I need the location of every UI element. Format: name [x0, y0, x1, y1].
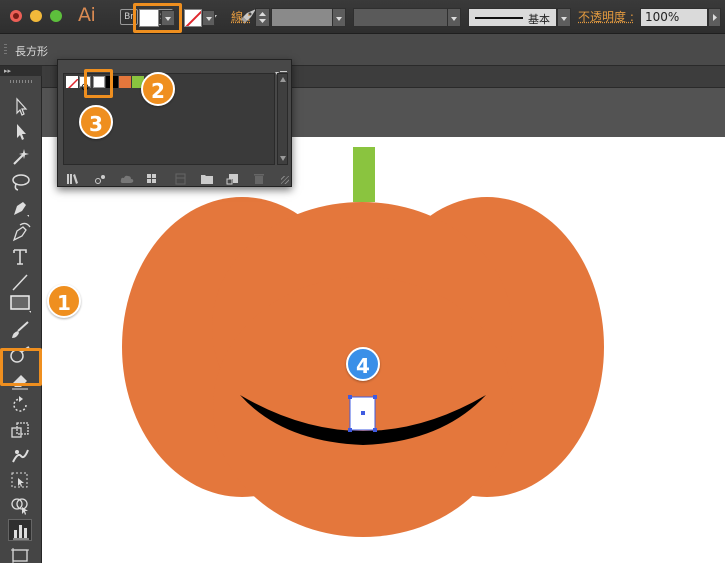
scale-icon[interactable] — [8, 419, 32, 441]
stroke-color-swatch[interactable] — [184, 9, 202, 27]
swatch-libraries-icon[interactable] — [66, 170, 80, 184]
fill-highlight-box — [133, 3, 182, 33]
selection-handle[interactable] — [348, 428, 352, 432]
type-icon[interactable] — [8, 246, 32, 268]
rectangle-tool-icon[interactable] — [8, 292, 32, 314]
opacity-input[interactable]: 100% — [640, 8, 708, 27]
close-window-button[interactable] — [10, 10, 22, 22]
white-swatch-highlight — [84, 69, 113, 98]
direct-selection-tool-icon[interactable] — [8, 121, 32, 143]
new-swatch-icon[interactable] — [226, 170, 240, 185]
brush-definition-field[interactable]: 基本 — [468, 8, 557, 27]
artboard-tool-icon[interactable] — [8, 544, 32, 563]
callout-badge-3: 3 — [79, 105, 113, 139]
delete-swatch-icon — [252, 170, 266, 184]
rectangle-tool-highlight — [0, 348, 42, 386]
swatch-pumpkin-orange[interactable] — [119, 76, 131, 88]
swatch-scrollbar[interactable] — [277, 73, 288, 165]
shape-builder-icon[interactable] — [8, 494, 32, 516]
rotate-icon[interactable] — [8, 394, 32, 416]
cloud-sync-icon — [120, 170, 134, 183]
selection-handle[interactable] — [348, 395, 352, 399]
tools-panel-header[interactable]: ▸▸ — [0, 66, 42, 76]
pumpkin-artwork[interactable] — [42, 137, 725, 563]
app-logo: Ai — [78, 4, 96, 26]
swatch-panel-toolbar — [58, 167, 291, 186]
selection-handle[interactable] — [373, 395, 377, 399]
opacity-label[interactable]: 不透明度 : — [578, 8, 634, 25]
selection-tool-icon[interactable] — [8, 96, 32, 118]
swatch-options-icon[interactable] — [146, 170, 160, 183]
callout-badge-4: 4 — [346, 347, 380, 381]
scroll-down-arrow[interactable] — [280, 156, 286, 161]
tools-panel: ▸▸ — [0, 66, 42, 563]
pumpkin-stem — [353, 147, 375, 202]
stroke-dropdown-button[interactable] — [202, 10, 215, 26]
lasso-icon[interactable] — [8, 171, 32, 193]
panel-menu-icon[interactable] — [275, 63, 287, 77]
callout-badge-1: 1 — [47, 284, 81, 318]
selection-handle[interactable] — [373, 428, 377, 432]
magic-wand-icon[interactable] — [8, 146, 32, 168]
callout-badge-2: 2 — [141, 72, 175, 106]
curvature-icon[interactable] — [8, 221, 32, 243]
opacity-arrow-button[interactable] — [708, 8, 721, 27]
expand-panel-icon[interactable]: ▸▸ — [4, 67, 11, 75]
puppet-warp-icon[interactable] — [8, 444, 32, 466]
current-tool-name: 長方形 — [15, 45, 48, 58]
scroll-up-arrow[interactable] — [280, 77, 286, 82]
variable-width-dropdown[interactable] — [447, 8, 461, 27]
swatch-none[interactable] — [66, 76, 78, 88]
paintbrush-icon[interactable] — [8, 319, 32, 341]
brush-definition-dropdown[interactable] — [557, 8, 571, 27]
maximize-window-button[interactable] — [50, 10, 62, 22]
tools-grip[interactable] — [10, 80, 32, 83]
stroke-weight-dropdown[interactable] — [332, 8, 346, 27]
panel-grip[interactable] — [4, 44, 7, 56]
free-transform-icon[interactable] — [8, 469, 32, 491]
graph-tool-icon[interactable] — [8, 519, 32, 541]
color-group-icon — [174, 170, 188, 185]
stroke-weight-stepper[interactable] — [255, 8, 270, 27]
variable-width-profile[interactable] — [353, 8, 448, 27]
panel-resize-grip[interactable] — [281, 176, 289, 184]
minimize-window-button[interactable] — [30, 10, 42, 22]
center-point — [361, 411, 365, 415]
brush-definition-label: 基本 — [528, 13, 550, 26]
show-swatch-kinds-icon[interactable] — [94, 170, 108, 184]
line-segment-icon[interactable] — [8, 271, 32, 293]
new-color-group-folder-icon[interactable] — [200, 170, 214, 184]
stroke-weight-input[interactable] — [271, 8, 333, 27]
brush-stroke-preview — [475, 17, 523, 19]
pen-icon[interactable] — [8, 196, 32, 218]
stroke-label[interactable]: 線 : — [231, 8, 251, 25]
